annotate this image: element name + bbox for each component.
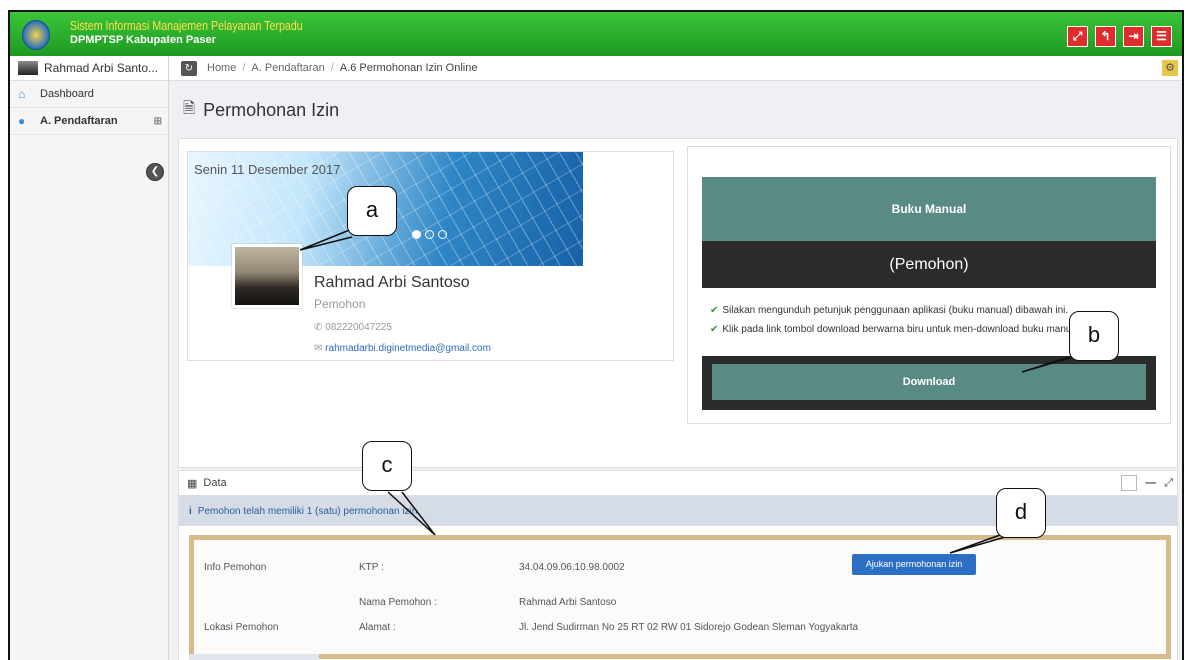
sidebar-item-dashboard[interactable]: ⌂ Dashboard [10,81,168,108]
main-panel: Senin 11 Desember 2017 Rahmad Arbi Santo… [178,138,1178,468]
manual-title: Buku Manual [702,177,1156,241]
gear-icon[interactable]: ⚙ [1162,60,1178,76]
breadcrumb-home[interactable]: Home [207,62,236,74]
footer-strip [189,654,319,660]
submit-application-button[interactable]: Ajukan permohonan izin [852,554,976,575]
sidebar-item-pendaftaran[interactable]: ● A. Pendaftaran ⊞ [10,108,168,135]
info-pemohon-label: Info Pemohon [204,562,267,573]
panel-toggle-icon[interactable] [1121,475,1138,491]
download-button[interactable]: Download [712,364,1146,400]
expand-icon[interactable]: ⊞ [154,116,162,127]
alamat-value: Jl. Jend Sudirman No 25 RT 02 RW 01 Sido… [519,622,859,633]
collapse-sidebar-icon[interactable]: ❮ [146,163,164,181]
ktp-value: 34.04.09.06.10.98.0002 [519,562,625,573]
profile-name: Rahmad Arbi Santoso [314,274,470,291]
manual-subtitle: (Pemohon) [702,241,1156,288]
back-icon[interactable]: ↰ [1095,26,1116,47]
callout-a: a [347,186,397,236]
sidebar-user-name: Rahmad Arbi Santo... [44,61,159,75]
info-message-text: Pemohon telah memiliki 1 (satu) permohon… [197,505,418,517]
avatar [232,244,302,308]
check-icon: ✔ [710,305,719,316]
fullscreen-icon[interactable]: ⤢ [1067,26,1088,47]
callout-c: c [362,441,412,491]
table-icon: ▦ [187,477,198,490]
data-panel-title: Data [203,477,227,489]
manual-instructions: ✔ Silakan mengunduh petunjuk penggunaan a… [710,305,1083,335]
carousel-dots [412,230,447,239]
applicant-details: Info Pemohon KTP : 34.04.09.06.10.98.000… [189,535,1171,659]
top-bar: Sistem Informasi Manajemen Pelayanan Ter… [10,12,1182,56]
breadcrumb-level1[interactable]: A. Pendaftaran [251,62,324,74]
phone-icon: ✆ [314,322,326,333]
user-thumbnail [18,61,38,75]
profile-phone: ✆ 082220047225 [314,322,392,333]
app-subtitle: DPMPTSP Kabupaten Paser [70,34,216,46]
manual-footer: Download [702,356,1156,410]
app-window: Sistem Informasi Manajemen Pelayanan Ter… [8,10,1184,660]
file-icon: 🗎 [183,100,196,117]
carousel-dot[interactable] [412,230,421,239]
alamat-label: Alamat : [359,622,396,633]
nama-value: Rahmad Arbi Santoso [519,597,617,608]
minimize-icon[interactable]: — [1145,477,1156,489]
callout-d: d [996,488,1046,538]
sidebar-user[interactable]: Rahmad Arbi Santo... [10,56,168,81]
profile-role: Pemohon [314,297,366,311]
profile-card: Senin 11 Desember 2017 Rahmad Arbi Santo… [187,151,674,361]
users-icon: ● [18,114,26,128]
callout-b: b [1069,311,1119,361]
manual-card: Buku Manual (Pemohon) ✔ Silakan mengunduh… [687,146,1171,424]
app-title: Sistem Informasi Manajemen Pelayanan Ter… [70,18,303,33]
breadcrumb: ↻ Home / A. Pendaftaran / A.6 Permohonan… [169,56,1182,81]
menu-icon[interactable]: ☰ [1151,26,1172,47]
carousel-dot[interactable] [425,230,434,239]
logout-icon[interactable]: ⇥ [1123,26,1144,47]
refresh-icon[interactable]: ↻ [181,60,197,76]
mail-icon: ✉ [314,343,326,354]
breadcrumb-current: A.6 Permohonan Izin Online [339,62,478,74]
info-icon: i [189,505,192,517]
carousel-dot[interactable] [438,230,447,239]
home-icon: ⌂ [18,87,26,101]
logo-icon [22,20,50,50]
sidebar-item-label: Dashboard [40,88,94,100]
profile-email[interactable]: ✉ rahmadarbi.diginetmedia@gmail.com [314,343,491,354]
expand-icon[interactable]: ⤢ [1164,477,1173,490]
check-icon: ✔ [710,324,719,335]
sidebar-item-label: A. Pendaftaran [40,115,118,127]
sidebar: Rahmad Arbi Santo... ⌂ Dashboard ● A. Pe… [10,56,169,660]
nama-label: Nama Pemohon : [359,597,437,608]
page-title: 🗎 Permohonan Izin [183,98,339,123]
page-title-text: Permohonan Izin [203,100,340,120]
lokasi-label: Lokasi Pemohon [204,622,279,633]
ktp-label: KTP : [359,562,384,573]
current-date: Senin 11 Desember 2017 [194,162,341,177]
